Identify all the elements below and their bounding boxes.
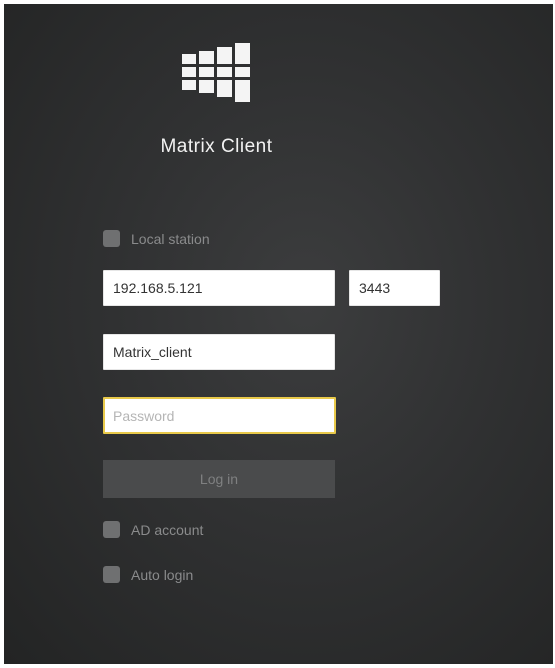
auto-login-label: Auto login [131, 566, 194, 583]
local-station-checkbox-box[interactable] [103, 230, 120, 247]
ad-account-label: AD account [131, 521, 204, 538]
password-field[interactable]: Password [103, 397, 336, 434]
server-address-field[interactable]: 192.168.5.121 [103, 270, 335, 306]
ad-account-checkbox-box[interactable] [103, 521, 120, 538]
windows-grid-logo [182, 43, 250, 102]
local-station-checkbox[interactable]: Local station [103, 230, 210, 247]
app-title: Matrix Client [160, 136, 273, 157]
username-field[interactable]: Matrix_client [103, 334, 335, 370]
ad-account-checkbox[interactable]: AD account [103, 521, 203, 538]
auto-login-checkbox[interactable]: Auto login [103, 566, 193, 583]
login-button[interactable]: Log in [103, 460, 335, 498]
auto-login-checkbox-box[interactable] [103, 566, 120, 583]
login-screen: Matrix Client Local station 192.168.5.12… [4, 4, 553, 664]
local-station-label: Local station [131, 230, 210, 247]
port-field[interactable]: 3443 [349, 270, 440, 306]
